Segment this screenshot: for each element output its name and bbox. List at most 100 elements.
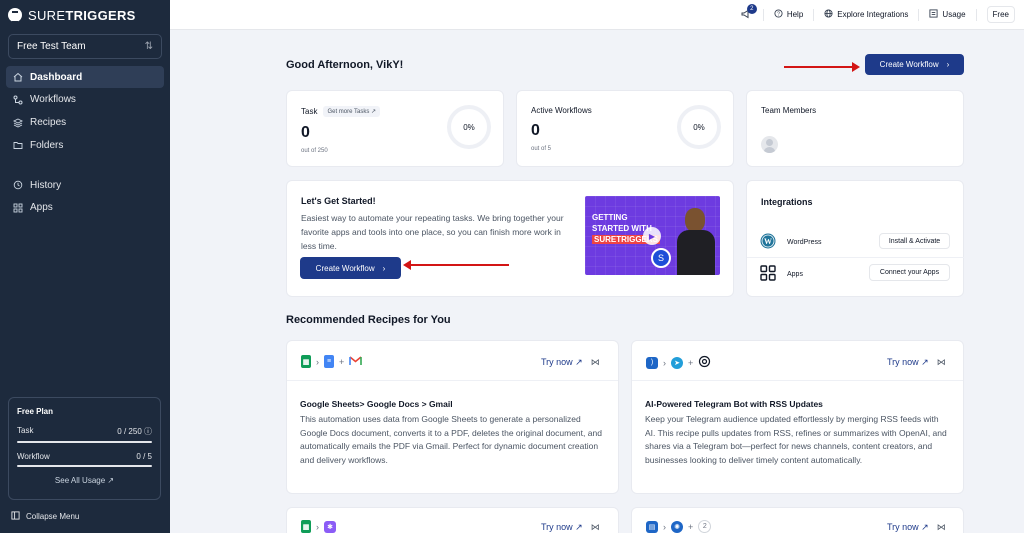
plan-badge[interactable]: Free	[986, 6, 1015, 23]
layers-icon	[13, 118, 23, 128]
create-workflow-button-secondary[interactable]: Create Workflow ›	[300, 257, 401, 279]
usage-link[interactable]: Usage	[929, 9, 966, 20]
try-now-button[interactable]: Try now ↗ ⋈	[887, 357, 946, 368]
more-apps-count: 2	[698, 520, 712, 533]
sidebar-item-label: History	[30, 179, 62, 191]
share-icon[interactable]: ⋈	[937, 522, 946, 533]
telegram-icon: ➤	[671, 356, 683, 369]
help-icon: ?	[774, 9, 783, 20]
sidebar: SURETRIGGERS Free Test Team ⇅ Dashboard …	[0, 0, 170, 533]
recipe-title: AI-Powered Telegram Bot with RSS Updates	[645, 399, 823, 409]
collapse-icon	[11, 511, 20, 522]
integration-name: WordPress	[787, 238, 822, 246]
team-card-label: Team Members	[761, 106, 817, 115]
chevron-right-icon: ›	[946, 60, 950, 69]
workflow-icon	[13, 95, 23, 105]
annotation-arrow	[784, 62, 860, 72]
task-card-label: Task	[301, 107, 318, 116]
sidebar-item-label: Recipes	[30, 117, 67, 129]
recipes-section-title: Recommended Recipes for You	[286, 314, 451, 326]
chevron-right-icon: ›	[382, 263, 386, 273]
help-link[interactable]: ? Help	[774, 9, 803, 20]
plan-usage-box: Free Plan Task 0 / 250 ⓘ Workflow 0 / 5 …	[8, 397, 161, 500]
see-all-usage-link[interactable]: See All Usage ↗	[17, 476, 152, 485]
google-sheets-icon: ▦	[301, 520, 311, 533]
integration-row-apps: Apps	[760, 265, 803, 283]
recipe-apps: ▤ › ✺ + 2	[646, 520, 712, 533]
share-icon[interactable]: ⋈	[591, 522, 600, 533]
task-usage-value: 0 / 250	[117, 427, 142, 436]
get-more-tasks-link[interactable]: Get more Tasks ↗	[323, 106, 381, 117]
workflows-card-label: Active Workflows	[531, 106, 592, 115]
task-usage-bar	[17, 441, 152, 443]
sidebar-item-folders[interactable]: Folders	[6, 134, 164, 156]
share-icon[interactable]: ⋈	[591, 357, 600, 368]
presenter-image	[677, 208, 715, 275]
get-started-description: Easiest way to automate your repeating t…	[301, 213, 564, 251]
notifications-button[interactable]: 2	[739, 3, 757, 22]
recipe-description: This automation uses data from Google Sh…	[300, 414, 602, 465]
workflow-usage-value: 0 / 5	[136, 452, 152, 461]
collapse-menu-button[interactable]: Collapse Menu	[11, 511, 79, 522]
openai-icon	[698, 355, 711, 370]
folder-icon	[13, 140, 23, 150]
annotation-arrow	[403, 260, 509, 270]
apps-grid-icon	[760, 265, 776, 283]
svg-text:?: ?	[777, 12, 780, 18]
integration-app-icon: ✱	[324, 520, 336, 533]
sidebar-item-label: Dashboard	[30, 71, 83, 83]
sidebar-item-label: Folders	[30, 139, 64, 151]
sidebar-nav: Dashboard Workflows Recipes Folders Hist…	[0, 66, 170, 219]
sidebar-item-apps[interactable]: Apps	[6, 197, 164, 219]
recipe-title: Google Sheets> Google Docs > Gmail	[300, 399, 453, 409]
rss-icon: )	[646, 356, 658, 369]
greeting: Good Afternoon, VikY!	[286, 59, 404, 71]
suretriggers-badge-icon: S	[651, 248, 671, 268]
gear-icon: ✺	[671, 520, 683, 533]
google-sheets-icon: ▦	[301, 355, 311, 368]
try-now-button[interactable]: Try now ↗ ⋈	[541, 522, 600, 533]
suretriggers-logo[interactable]: SURETRIGGERS	[0, 0, 170, 30]
team-name: Free Test Team	[17, 41, 86, 52]
avatar[interactable]	[761, 136, 778, 153]
active-workflows-card: Active Workflows 0 out of 5 0%	[516, 90, 734, 167]
sidebar-item-workflows[interactable]: Workflows	[6, 89, 164, 111]
task-usage-label: Task	[17, 426, 34, 435]
workflows-progress-ring: 0%	[677, 105, 721, 149]
recipe-apps: ▦ › ✱	[301, 520, 336, 533]
sidebar-item-label: Workflows	[30, 94, 76, 106]
recipe-apps: ▦ › ≡ +	[301, 355, 363, 368]
integration-row-wordpress: W WordPress	[760, 233, 822, 251]
plan-title: Free Plan	[17, 407, 54, 416]
task-limit: out of 250	[301, 148, 328, 154]
workflow-usage-bar	[17, 465, 152, 467]
create-workflow-button[interactable]: Create Workflow ›	[865, 54, 964, 75]
home-icon	[13, 72, 23, 82]
share-icon[interactable]: ⋈	[937, 357, 946, 368]
top-bar: 2 ? Help Explore Integrations Usage Free	[170, 0, 1024, 30]
team-members-card: Team Members	[746, 90, 964, 167]
install-activate-button[interactable]: Install & Activate	[879, 233, 950, 249]
logo-mark-icon	[8, 8, 22, 23]
task-card: Task Get more Tasks ↗ 0 out of 250 0%	[286, 90, 504, 167]
connect-apps-button[interactable]: Connect your Apps	[869, 264, 950, 281]
gmail-icon	[349, 355, 363, 368]
google-docs-icon: ≡	[324, 355, 334, 368]
sidebar-item-dashboard[interactable]: Dashboard	[6, 66, 164, 88]
usage-icon	[929, 9, 938, 20]
svg-text:W: W	[764, 237, 772, 246]
try-now-button[interactable]: Try now ↗ ⋈	[887, 522, 946, 533]
integration-name: Apps	[787, 270, 803, 278]
globe-icon	[824, 9, 833, 20]
team-selector[interactable]: Free Test Team ⇅	[8, 34, 162, 59]
sidebar-item-history[interactable]: History	[6, 174, 164, 196]
info-icon[interactable]: ⓘ	[144, 427, 152, 436]
try-now-button[interactable]: Try now ↗ ⋈	[541, 357, 600, 368]
sidebar-item-label: Apps	[30, 202, 53, 214]
explore-integrations-link[interactable]: Explore Integrations	[824, 9, 908, 20]
sidebar-item-recipes[interactable]: Recipes	[6, 112, 164, 134]
recipe-description: Keep your Telegram audience updated effo…	[645, 414, 947, 465]
getting-started-video[interactable]: GETTING STARTED WITH SURETRIGGERS ▶ S	[585, 196, 720, 275]
task-progress-ring: 0%	[447, 105, 491, 149]
play-icon[interactable]: ▶	[643, 227, 661, 245]
